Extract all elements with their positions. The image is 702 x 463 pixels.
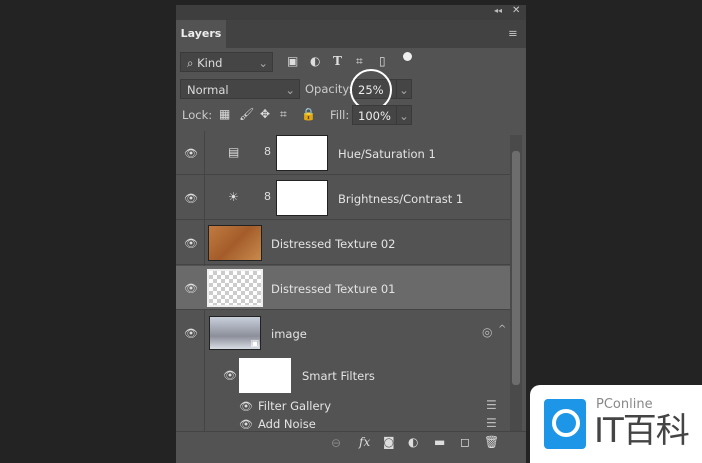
lock-artboard-icon[interactable]: ⌗ xyxy=(280,107,287,122)
fill-dropdown[interactable]: ⌄ xyxy=(396,105,412,125)
smart-filters-label[interactable]: Smart Filters xyxy=(302,369,375,383)
adjustment-filter-icon[interactable]: ◐ xyxy=(310,54,320,68)
layer-row-distressed-texture-01[interactable]: 👁 Distressed Texture 01 xyxy=(176,266,510,310)
panel-menu-icon[interactable]: ≡ xyxy=(508,26,518,40)
layers-list: 👁 ▤ 8 Hue/Saturation 1 👁 ☀ 8 Brightness/… xyxy=(176,131,526,431)
lock-transparency-icon[interactable]: ▦ xyxy=(219,107,230,121)
eye-icon[interactable]: 👁 xyxy=(223,369,237,382)
lock-all-icon[interactable]: 🔒 xyxy=(301,107,316,121)
delete-layer-icon[interactable]: 🗑 xyxy=(484,435,499,449)
filter-toggle[interactable] xyxy=(403,52,412,61)
fx-icon[interactable]: fx xyxy=(359,435,370,449)
layer-name[interactable]: Distressed Texture 01 xyxy=(271,282,396,296)
layer-row-brightness-contrast[interactable]: 👁 ☀ 8 Brightness/Contrast 1 xyxy=(176,176,510,220)
kind-filter-select[interactable]: ⌕ Kind ⌄ xyxy=(180,52,273,72)
panel-topbar: ◂◂ ✕ xyxy=(176,5,526,20)
chevron-down-icon: ⌄ xyxy=(258,56,268,70)
lock-label: Lock: xyxy=(182,108,213,122)
blend-mode-select[interactable]: Normal ⌄ xyxy=(180,79,300,99)
link-layers-icon[interactable]: ⊖ xyxy=(331,436,341,450)
watermark-logo-icon xyxy=(544,399,586,449)
layer-thumbnail[interactable]: ▣ xyxy=(209,316,261,350)
search-icon: ⌕ xyxy=(187,56,194,70)
hue-saturation-icon: ▤ xyxy=(228,145,240,159)
smart-object-filter-icon[interactable]: ▯ xyxy=(379,54,386,68)
new-adjustment-icon[interactable]: ◐ xyxy=(408,435,418,449)
eye-icon[interactable]: 👁 xyxy=(239,400,253,413)
scrollbar[interactable] xyxy=(510,135,522,431)
layers-panel: ◂◂ ✕ Layers ≡ ⌕ Kind ⌄ ▣ ◐ T ⌗ ▯ Normal … xyxy=(176,5,526,463)
watermark-brand: PConline xyxy=(596,397,653,412)
new-layer-icon[interactable]: ◻ xyxy=(460,435,470,449)
filter-options-icon[interactable]: ☰ xyxy=(486,398,497,412)
collapse-icon[interactable]: ◂◂ xyxy=(494,6,502,15)
layer-name[interactable]: image xyxy=(271,327,307,341)
brightness-contrast-icon: ☀ xyxy=(228,190,239,204)
pixel-filter-icon[interactable]: ▣ xyxy=(287,54,298,68)
link-icon[interactable]: 8 xyxy=(264,145,271,158)
layer-thumbnail[interactable] xyxy=(207,269,263,307)
layer-row-image[interactable]: 👁 ▣ image ◎ ^ xyxy=(176,311,510,355)
new-group-icon[interactable]: ▬ xyxy=(434,435,445,449)
tab-layers[interactable]: Layers xyxy=(176,20,226,48)
eye-icon[interactable]: 👁 xyxy=(239,418,253,431)
eye-icon[interactable]: 👁 xyxy=(184,147,198,160)
layer-row-distressed-texture-02[interactable]: 👁 Distressed Texture 02 xyxy=(176,221,510,265)
layer-name[interactable]: Brightness/Contrast 1 xyxy=(338,192,463,206)
link-icon[interactable]: 8 xyxy=(264,190,271,203)
add-mask-icon[interactable]: ◙ xyxy=(383,435,395,449)
layer-mask-thumbnail[interactable] xyxy=(276,135,328,171)
layer-thumbnail[interactable] xyxy=(208,225,262,261)
chevron-down-icon: ⌄ xyxy=(285,83,295,97)
scrollbar-thumb[interactable] xyxy=(512,151,520,385)
lock-position-icon[interactable]: ✥ xyxy=(260,107,270,121)
watermark-name: IT百科 xyxy=(594,411,690,451)
smart-filter-icon[interactable]: ◎ xyxy=(482,325,492,339)
close-icon[interactable]: ✕ xyxy=(512,5,520,16)
fill-label: Fill: xyxy=(330,108,350,122)
add-noise-item[interactable]: Add Noise xyxy=(258,417,316,431)
smart-filters-group: 👁 Smart Filters 👁 Filter Gallery ☰ 👁 Add… xyxy=(176,355,510,431)
layer-mask-thumbnail[interactable] xyxy=(276,180,328,216)
shape-filter-icon[interactable]: ⌗ xyxy=(356,54,363,69)
smart-object-icon: ▣ xyxy=(250,339,259,349)
layer-name[interactable]: Hue/Saturation 1 xyxy=(338,147,436,161)
layer-name[interactable]: Distressed Texture 02 xyxy=(271,237,396,251)
type-filter-icon[interactable]: T xyxy=(333,54,342,68)
smart-filter-mask-thumbnail[interactable] xyxy=(239,358,291,393)
tab-row: Layers ≡ xyxy=(176,20,526,48)
collapse-arrow-icon[interactable]: ^ xyxy=(498,324,506,335)
bottom-toolbar: ⊖ fx ◙ ◐ ▬ ◻ 🗑 xyxy=(176,431,526,456)
opacity-label: Opacity: xyxy=(305,82,353,96)
watermark: PConline IT百科 xyxy=(530,385,702,463)
filter-options-icon[interactable]: ☰ xyxy=(486,416,497,430)
eye-icon[interactable]: 👁 xyxy=(184,282,198,295)
eye-icon[interactable]: 👁 xyxy=(184,327,198,340)
opacity-dropdown[interactable]: ⌄ xyxy=(396,79,412,99)
filter-gallery-item[interactable]: Filter Gallery xyxy=(258,399,331,413)
lock-paint-icon[interactable]: 🖌 xyxy=(239,107,254,121)
eye-icon[interactable]: 👁 xyxy=(184,192,198,205)
eye-icon[interactable]: 👁 xyxy=(184,237,198,250)
layer-row-hue-saturation[interactable]: 👁 ▤ 8 Hue/Saturation 1 xyxy=(176,131,510,175)
